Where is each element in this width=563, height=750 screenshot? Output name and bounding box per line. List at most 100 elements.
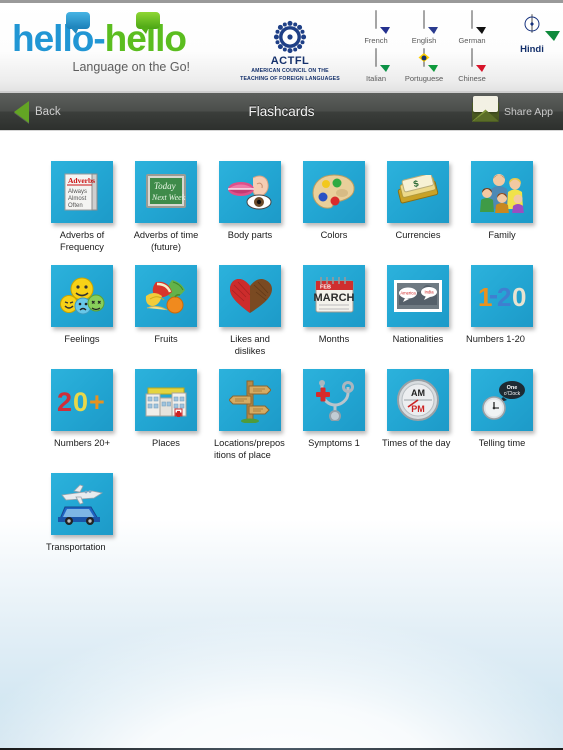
svg-text:o'Clock: o'Clock bbox=[504, 391, 521, 397]
flashcard-item[interactable]: Transportation bbox=[40, 473, 124, 554]
svg-text:2: 2 bbox=[57, 387, 72, 415]
flag-usa-icon bbox=[423, 10, 425, 29]
flashcard-item[interactable]: Symptoms 1 bbox=[292, 369, 376, 461]
language-option-german[interactable]: German bbox=[448, 10, 496, 45]
numbers-20-plus-icon: 2 0 + bbox=[56, 385, 108, 415]
flashcard-item[interactable]: America India Nationalities bbox=[376, 265, 460, 357]
flashcard-tile[interactable]: America India bbox=[387, 265, 449, 327]
language-option-chinese[interactable]: Chinese bbox=[448, 48, 496, 83]
language-option-italian[interactable]: Italian bbox=[352, 48, 400, 83]
flashcard-tile[interactable]: 2 0 + bbox=[51, 369, 113, 431]
flashcard-item[interactable]: FEB MARCH Months bbox=[292, 265, 376, 357]
flashcard-label: Telling time bbox=[478, 438, 526, 448]
flashcard-label: Feelings bbox=[64, 334, 100, 344]
flashcard-item[interactable]: One o'Clock Telling time bbox=[460, 369, 544, 461]
flashcard-label: Symptoms 1 bbox=[308, 438, 360, 448]
logo-text-dash: - bbox=[93, 18, 105, 59]
svg-text:America: America bbox=[400, 291, 416, 296]
language-option-french[interactable]: French bbox=[352, 10, 400, 45]
calendar-march-icon: FEB MARCH bbox=[311, 274, 357, 318]
flashcard-item[interactable]: AM PM Times of the day bbox=[376, 369, 460, 461]
world-map-bubbles-icon: America India bbox=[393, 278, 443, 314]
svg-text:+: + bbox=[89, 387, 105, 415]
flashcard-tile[interactable]: One o'Clock bbox=[471, 369, 533, 431]
flashcard-tile[interactable] bbox=[303, 369, 365, 431]
svg-text:Next Week: Next Week bbox=[151, 193, 186, 202]
flashcard-label: Adverbs of time (future) bbox=[133, 230, 199, 252]
family-group-icon bbox=[478, 171, 526, 213]
emoticon-faces-icon bbox=[59, 276, 105, 316]
flashcard-label: Adverbs of Frequency bbox=[59, 230, 105, 252]
svg-text:India: India bbox=[424, 290, 434, 295]
flashcard-item[interactable]: Colors bbox=[292, 161, 376, 253]
flashcard-label: Locations/prepositions of place bbox=[214, 438, 285, 460]
flashcard-tile[interactable] bbox=[219, 161, 281, 223]
language-row-2: Italian Portuguese Chinese bbox=[352, 48, 497, 83]
app-root: hello-hello Language on the Go! ACTFL AM… bbox=[0, 0, 563, 750]
buildings-icon bbox=[142, 380, 190, 420]
envelope-icon bbox=[471, 95, 499, 122]
flashcard-tile[interactable] bbox=[471, 161, 533, 223]
flashcard-item[interactable]: Places bbox=[124, 369, 208, 461]
flashcard-tile[interactable]: AM PM bbox=[387, 369, 449, 431]
flashcard-label: Numbers 1-20 bbox=[466, 334, 525, 344]
fruit-basket-icon bbox=[142, 276, 190, 316]
svg-text:0: 0 bbox=[73, 387, 88, 415]
logo-tagline: Language on the Go! bbox=[72, 60, 190, 74]
language-label-chinese: Chinese bbox=[458, 74, 486, 83]
svg-text:PM: PM bbox=[411, 404, 425, 414]
flashcard-tile[interactable]: FEB MARCH bbox=[303, 265, 365, 327]
flashcard-tile[interactable] bbox=[219, 369, 281, 431]
flashcard-item[interactable]: Adverbs Always Almost Often Adverbs of F… bbox=[40, 161, 124, 253]
language-row-1: French English German bbox=[352, 10, 497, 45]
clock-one-oclock-icon: One o'Clock bbox=[478, 378, 526, 422]
flashcard-item[interactable]: Body parts bbox=[208, 161, 292, 253]
flag-india-icon bbox=[524, 14, 540, 33]
flashcard-label: Nationalities bbox=[392, 334, 444, 344]
flashcard-tile[interactable] bbox=[303, 161, 365, 223]
svg-text:AM: AM bbox=[411, 388, 425, 398]
flag-italy-icon bbox=[375, 48, 377, 67]
flashcard-label: Family bbox=[488, 230, 516, 240]
flashcard-item[interactable]: Family bbox=[460, 161, 544, 253]
flashcard-item[interactable]: Fruits bbox=[124, 265, 208, 357]
svg-text:Always: Always bbox=[68, 189, 87, 195]
flashcard-item[interactable]: Likes and dislikes bbox=[208, 265, 292, 357]
brand-header: hello-hello Language on the Go! ACTFL AM… bbox=[0, 0, 563, 93]
flashcard-tile[interactable]: $ bbox=[387, 161, 449, 223]
actfl-subtitle-line2: TEACHING OF FOREIGN LANGUAGES bbox=[240, 75, 340, 82]
back-button[interactable]: Back bbox=[14, 100, 61, 123]
svg-text:Today: Today bbox=[154, 181, 176, 191]
flashcard-item[interactable]: 1 2 0 Numbers 1-20 bbox=[460, 265, 544, 357]
split-heart-icon bbox=[228, 276, 272, 316]
flashcard-tile[interactable]: Today Next Week bbox=[135, 161, 197, 223]
app-logo[interactable]: hello-hello Language on the Go! bbox=[12, 12, 192, 74]
flashcard-tile[interactable] bbox=[51, 265, 113, 327]
numbers-1-20-icon: 1 2 0 bbox=[476, 281, 528, 311]
language-label-french: French bbox=[364, 36, 388, 45]
flashcard-tile[interactable] bbox=[135, 369, 197, 431]
flashcard-item[interactable]: $ Currencies bbox=[376, 161, 460, 253]
flashcard-tile[interactable] bbox=[219, 265, 281, 327]
language-label-english: English bbox=[411, 36, 437, 45]
flashcard-tile[interactable] bbox=[135, 265, 197, 327]
flashcard-label: Fruits bbox=[154, 334, 178, 344]
actfl-badge: ACTFL AMERICAN COUNCIL ON THE TEACHING O… bbox=[232, 20, 348, 82]
language-option-portuguese[interactable]: Portuguese bbox=[400, 48, 448, 83]
flashcard-item[interactable]: 2 0 + Numbers 20+ bbox=[40, 369, 124, 461]
flashcard-label: Times of the day bbox=[382, 438, 451, 448]
actfl-name: ACTFL bbox=[270, 55, 310, 67]
share-app-button[interactable]: Share App bbox=[471, 95, 553, 122]
flashcard-item[interactable]: Feelings bbox=[40, 265, 124, 357]
flashcard-tile[interactable]: 1 2 0 bbox=[471, 265, 533, 327]
language-selector: French English German Italian Portuguese… bbox=[352, 10, 544, 83]
flashcard-label: Currencies bbox=[395, 230, 441, 240]
language-option-english[interactable]: English bbox=[400, 10, 448, 45]
flag-brazil-icon bbox=[423, 48, 425, 67]
flashcard-tile[interactable] bbox=[51, 473, 113, 535]
language-option-hindi-selected[interactable]: Hindi bbox=[490, 14, 563, 55]
svg-text:0: 0 bbox=[512, 282, 526, 311]
flashcard-item[interactable]: Today Next Week Adverbs of time (future) bbox=[124, 161, 208, 253]
flashcard-item[interactable]: Locations/prepositions of place bbox=[208, 369, 292, 461]
flashcard-tile[interactable]: Adverbs Always Almost Often bbox=[51, 161, 113, 223]
